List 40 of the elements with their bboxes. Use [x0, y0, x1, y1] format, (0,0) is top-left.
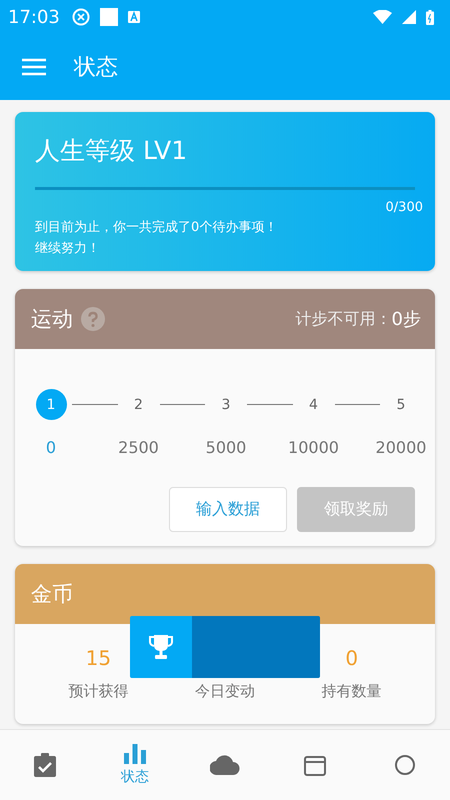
step-label: 计步不可用：	[296, 308, 392, 330]
status-time: 17:03	[8, 6, 60, 28]
signal-icon	[402, 10, 416, 24]
step-number: 5	[396, 396, 406, 414]
page-title: 状态	[74, 54, 118, 82]
step-target: 2500	[118, 438, 159, 457]
step-number: 3	[220, 396, 232, 414]
current-step-badge: 1	[36, 389, 66, 420]
wifi-icon	[373, 10, 392, 24]
encourage-text: 继续努力！	[35, 240, 101, 258]
coin-value: 0	[345, 646, 358, 670]
step-number: 2	[133, 396, 144, 414]
input-data-button[interactable]: 输入数据	[169, 487, 287, 532]
level-title: 人生等级 LV1	[35, 135, 188, 167]
level-message: 到目前为止，你一共完成了0个待办事项！	[35, 219, 278, 237]
blocked-icon	[72, 8, 90, 26]
nav-tab[interactable]: 状态	[90, 744, 180, 786]
battery-icon	[426, 10, 434, 24]
menu-icon[interactable]	[22, 58, 46, 76]
level-progress-text: 0/300	[386, 200, 423, 215]
coin-label: 今日变动	[195, 682, 255, 701]
clipboard-check-icon	[34, 753, 56, 777]
square-icon	[100, 8, 118, 26]
step-target: 5000	[206, 438, 246, 457]
sport-title: 运动	[31, 306, 73, 333]
coin-label: 持有数量	[322, 682, 382, 701]
coin-label: 预计获得	[68, 682, 128, 701]
circle-icon	[394, 754, 416, 776]
bar-chart-icon	[124, 744, 146, 764]
cloud-icon	[210, 755, 240, 775]
step-count: 0步	[392, 308, 421, 331]
step-target: 20000	[376, 438, 426, 457]
calendar-icon	[304, 754, 326, 776]
step-number: 4	[308, 396, 319, 414]
coin-value: 15	[86, 646, 112, 670]
trophy-icon	[149, 634, 173, 660]
coin-title: 金币	[31, 581, 73, 608]
step-target: 10000	[288, 438, 339, 457]
keyboard-icon	[128, 11, 140, 23]
step-target: 0	[46, 438, 56, 457]
